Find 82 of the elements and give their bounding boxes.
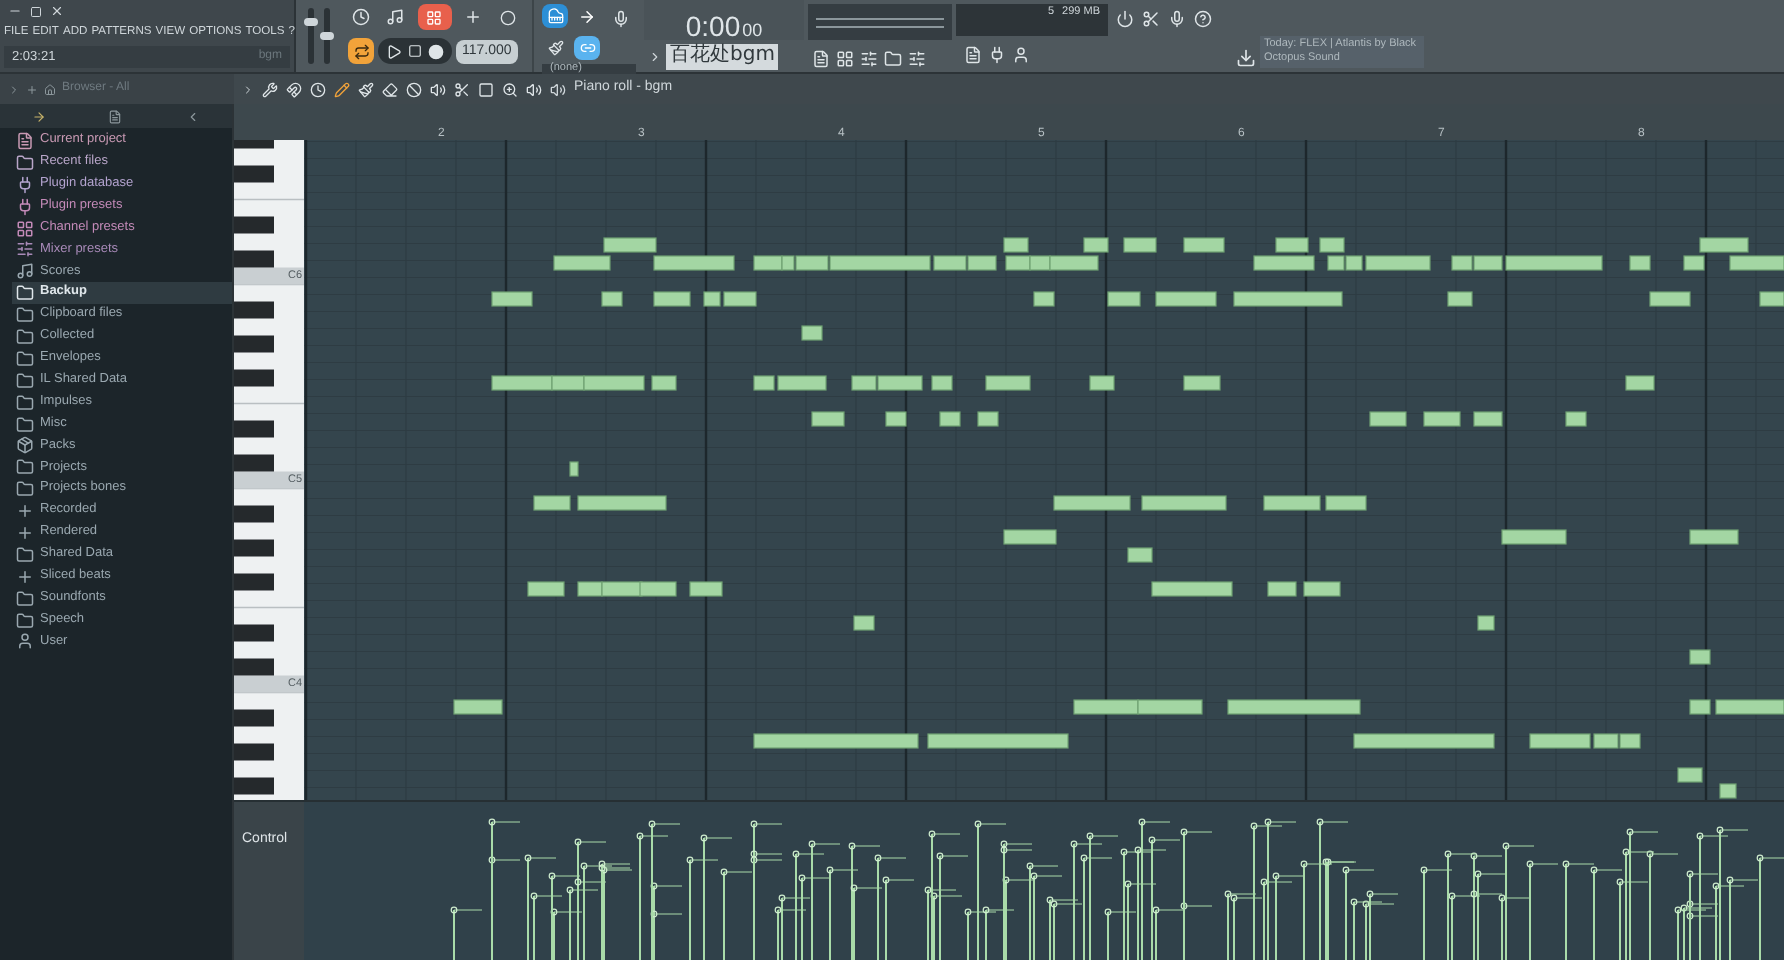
microphone-icon xyxy=(612,9,630,27)
pattern-mode-button[interactable] xyxy=(542,4,568,28)
music-note-icon xyxy=(16,262,34,281)
chevron-icon[interactable] xyxy=(242,83,254,95)
folder-icon xyxy=(16,327,34,346)
folder-icon[interactable] xyxy=(884,49,902,67)
brush-icon[interactable] xyxy=(358,81,374,97)
mixer-icon[interactable] xyxy=(908,49,926,67)
plug-icon[interactable] xyxy=(988,45,1006,63)
plug-icon xyxy=(16,175,34,194)
play-icon[interactable] xyxy=(386,43,402,59)
close-icon[interactable] xyxy=(50,4,64,18)
piano-icon xyxy=(547,8,563,24)
folder-icon xyxy=(16,153,34,172)
folder-icon xyxy=(16,284,34,303)
user-icon[interactable] xyxy=(1012,45,1030,63)
folder-icon xyxy=(16,458,34,477)
sliders-icon xyxy=(16,240,34,259)
velocity-bars-drawing[interactable] xyxy=(450,818,1784,960)
document-icon xyxy=(16,131,34,150)
folder-icon xyxy=(16,415,34,434)
zoom-icon[interactable] xyxy=(502,81,518,97)
plus-icon[interactable] xyxy=(26,83,38,95)
music-note-icon xyxy=(386,8,405,26)
help-icon[interactable] xyxy=(1194,10,1212,28)
grid-icon xyxy=(16,219,34,237)
pencil-icon[interactable] xyxy=(334,81,350,97)
clock-icon[interactable] xyxy=(310,81,326,97)
microphone-icon[interactable] xyxy=(1168,10,1186,28)
eraser-icon[interactable] xyxy=(382,81,398,97)
slider-thumb[interactable] xyxy=(319,32,333,40)
speaker-icon[interactable] xyxy=(550,81,566,97)
plug-icon xyxy=(16,197,34,216)
plus-icon xyxy=(16,502,34,521)
speaker-icon[interactable] xyxy=(430,81,446,97)
folder-icon xyxy=(16,611,34,630)
home-icon[interactable] xyxy=(44,83,56,95)
metronome-button[interactable] xyxy=(348,4,375,30)
user-icon xyxy=(16,632,34,651)
arrow-icon xyxy=(578,7,596,25)
speaker-icon[interactable] xyxy=(526,81,542,97)
slider-thumb[interactable] xyxy=(303,17,317,26)
record-icon[interactable] xyxy=(428,43,444,59)
folder-icon xyxy=(16,545,34,564)
chevron-icon[interactable] xyxy=(648,49,662,63)
count-in-button[interactable] xyxy=(417,4,452,30)
sliders-icon[interactable] xyxy=(860,49,878,67)
link-button[interactable] xyxy=(574,36,600,60)
download-icon[interactable] xyxy=(1236,48,1256,68)
folder-icon xyxy=(16,349,34,368)
piano-keys-drawing[interactable] xyxy=(234,140,304,800)
stop-icon[interactable] xyxy=(408,44,422,58)
grid-icon[interactable] xyxy=(836,49,854,67)
maximize-icon[interactable] xyxy=(30,5,42,17)
plus-icon xyxy=(463,8,482,26)
brush-icon xyxy=(547,40,563,56)
folder-icon xyxy=(16,306,34,325)
package-icon xyxy=(16,436,34,455)
scissors-icon[interactable] xyxy=(454,81,470,97)
grid-icon xyxy=(426,9,443,25)
clock-icon xyxy=(352,8,371,26)
magnet-icon[interactable] xyxy=(286,81,302,97)
link-icon xyxy=(579,40,595,56)
folder-icon xyxy=(16,393,34,412)
document-icon[interactable] xyxy=(108,109,123,123)
arrow-icon[interactable] xyxy=(31,109,46,123)
folder-icon xyxy=(16,480,34,499)
power-icon[interactable] xyxy=(1116,10,1134,28)
folder-icon xyxy=(16,371,34,390)
plus-icon xyxy=(16,567,34,586)
folder-icon xyxy=(16,589,34,608)
chevron-icon[interactable] xyxy=(186,109,201,123)
minimize-icon[interactable] xyxy=(8,4,22,18)
wrench-icon[interactable] xyxy=(262,81,278,97)
plus-icon xyxy=(16,523,34,542)
scissors-icon[interactable] xyxy=(1142,10,1160,28)
select-icon[interactable] xyxy=(478,81,494,97)
midi-notes-drawing[interactable] xyxy=(453,237,1784,799)
pattern-selector[interactable]: 百花处bgm xyxy=(666,43,779,69)
circle-icon xyxy=(500,9,517,25)
time-display: 0:0000 xyxy=(644,0,804,40)
loop-mode-button[interactable] xyxy=(348,38,374,64)
